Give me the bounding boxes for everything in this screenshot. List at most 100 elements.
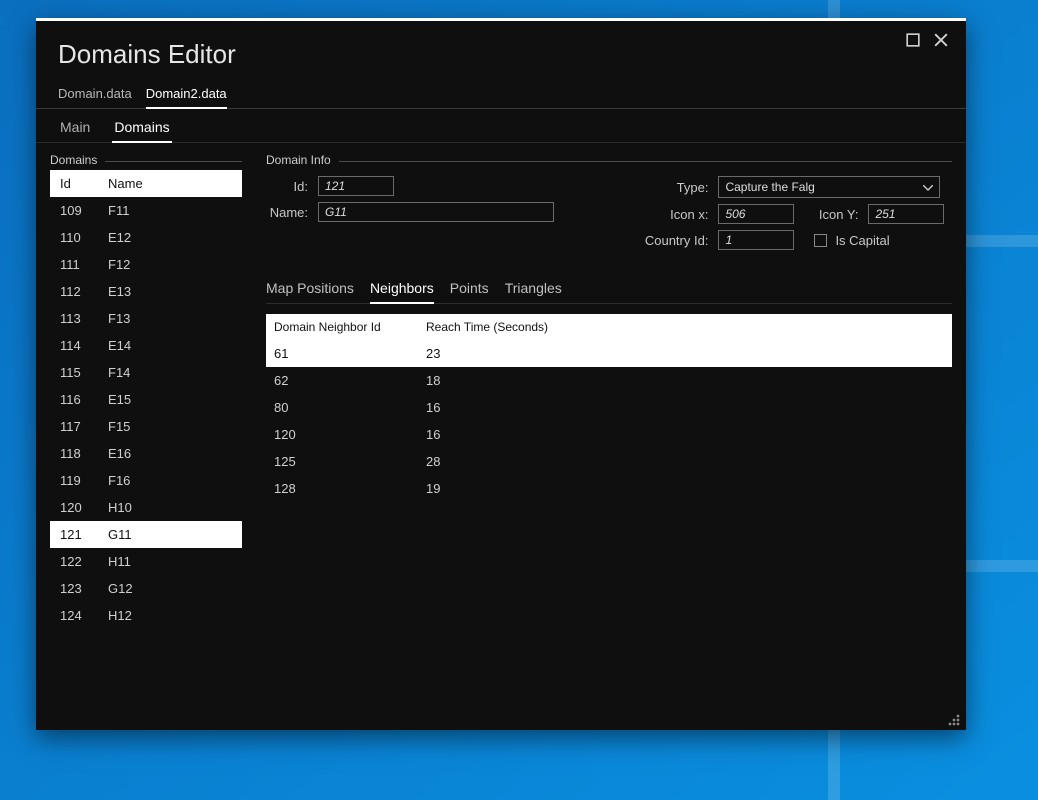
domain-row-id: 116 [60, 392, 108, 407]
domain-row[interactable]: 111F12 [50, 251, 242, 278]
domain-row[interactable]: 119F16 [50, 467, 242, 494]
domain-row-name: F13 [108, 311, 232, 326]
domain-row-id: 119 [60, 473, 108, 488]
domain-row-name: F14 [108, 365, 232, 380]
country-id-field[interactable] [718, 230, 794, 250]
id-field[interactable] [318, 176, 394, 196]
domain-row-name: E14 [108, 338, 232, 353]
domain-row-id: 112 [60, 284, 108, 299]
domain-row-name: F16 [108, 473, 232, 488]
domain-row-name: F11 [108, 203, 232, 218]
type-label: Type: [636, 180, 708, 195]
neighbor-row[interactable]: 12016 [266, 421, 952, 448]
domains-list-header: Id Name [50, 170, 242, 197]
close-button[interactable] [934, 33, 948, 50]
neighbors-table: Domain Neighbor Id Reach Time (Seconds) … [266, 314, 952, 724]
domain-row[interactable]: 117F15 [50, 413, 242, 440]
domain-row-id: 117 [60, 419, 108, 434]
resize-grip-icon[interactable] [948, 714, 960, 726]
domain-row-id: 113 [60, 311, 108, 326]
file-tabs: Domain.data Domain2.data [36, 78, 966, 109]
neighbor-row-time: 23 [426, 346, 944, 361]
icon-x-field[interactable] [718, 204, 794, 224]
sub-tab-triangles[interactable]: Triangles [505, 280, 562, 303]
domain-row-id: 123 [60, 581, 108, 596]
nav-tab-main[interactable]: Main [58, 119, 92, 142]
domain-row-id: 118 [60, 446, 108, 461]
domain-row-name: E16 [108, 446, 232, 461]
domain-row-id: 110 [60, 230, 108, 245]
domain-row[interactable]: 110E12 [50, 224, 242, 251]
domains-list: Id Name 109F11110E12111F12112E13113F1311… [50, 170, 242, 724]
file-tab-domain-data[interactable]: Domain.data [58, 86, 132, 108]
neighbor-row[interactable]: 12528 [266, 448, 952, 475]
type-select-value: Capture the Falg [725, 180, 814, 194]
title-bar: Domains Editor [36, 21, 966, 78]
icon-x-label: Icon x: [636, 207, 708, 222]
domain-row[interactable]: 122H11 [50, 548, 242, 575]
domain-row-id: 115 [60, 365, 108, 380]
maximize-button[interactable] [906, 33, 920, 50]
is-capital-checkbox[interactable] [814, 234, 827, 247]
domain-row-id: 124 [60, 608, 108, 623]
neighbors-header-time: Reach Time (Seconds) [426, 320, 944, 334]
neighbor-row[interactable]: 8016 [266, 394, 952, 421]
icon-y-label: Icon Y: [814, 207, 858, 222]
neighbor-row-id: 120 [274, 427, 426, 442]
domain-row[interactable]: 113F13 [50, 305, 242, 332]
name-label: Name: [266, 205, 308, 220]
name-field[interactable] [318, 202, 554, 222]
neighbor-row[interactable]: 12819 [266, 475, 952, 502]
domain-info-legend: Domain Info [266, 153, 339, 167]
neighbor-row-time: 18 [426, 373, 944, 388]
domain-row-id: 122 [60, 554, 108, 569]
neighbor-row-id: 125 [274, 454, 426, 469]
chevron-down-icon [923, 180, 933, 194]
domains-header-id: Id [60, 176, 108, 191]
domain-row-name: H12 [108, 608, 232, 623]
domain-row-name: F12 [108, 257, 232, 272]
neighbor-row-id: 128 [274, 481, 426, 496]
domain-row[interactable]: 109F11 [50, 197, 242, 224]
window-title: Domains Editor [58, 39, 906, 70]
domain-row[interactable]: 118E16 [50, 440, 242, 467]
domain-row[interactable]: 121G11 [50, 521, 242, 548]
neighbor-row[interactable]: 6218 [266, 367, 952, 394]
id-label: Id: [266, 179, 308, 194]
neighbor-row-time: 16 [426, 427, 944, 442]
domain-row[interactable]: 124H12 [50, 602, 242, 629]
domain-row-id: 120 [60, 500, 108, 515]
domain-row[interactable]: 112E13 [50, 278, 242, 305]
domain-row[interactable]: 116E15 [50, 386, 242, 413]
neighbor-row-time: 19 [426, 481, 944, 496]
sub-tab-neighbors[interactable]: Neighbors [370, 280, 434, 304]
neighbor-row-time: 16 [426, 400, 944, 415]
neighbor-row-id: 62 [274, 373, 426, 388]
domain-row[interactable]: 115F14 [50, 359, 242, 386]
neighbors-header-row: Domain Neighbor Id Reach Time (Seconds) [266, 314, 952, 340]
detail-sub-tabs: Map Positions Neighbors Points Triangles [266, 280, 952, 304]
domains-group-legend: Domains [50, 153, 105, 167]
domain-row-name: H10 [108, 500, 232, 515]
domain-row[interactable]: 123G12 [50, 575, 242, 602]
nav-tab-domains[interactable]: Domains [112, 119, 171, 143]
domain-row-name: G11 [108, 527, 232, 542]
domain-row[interactable]: 120H10 [50, 494, 242, 521]
domain-row-id: 114 [60, 338, 108, 353]
type-select[interactable]: Capture the Falg [718, 176, 940, 198]
domain-row-id: 109 [60, 203, 108, 218]
nav-tabs: Main Domains [36, 109, 966, 143]
domain-row[interactable]: 114E14 [50, 332, 242, 359]
file-tab-domain2-data[interactable]: Domain2.data [146, 86, 227, 109]
icon-y-field[interactable] [868, 204, 944, 224]
domain-row-name: E12 [108, 230, 232, 245]
neighbor-row-id: 61 [274, 346, 426, 361]
sub-tab-points[interactable]: Points [450, 280, 489, 303]
domain-row-name: G12 [108, 581, 232, 596]
domain-row-name: E15 [108, 392, 232, 407]
main-window: Domains Editor Domain.data Domain2.data M… [36, 18, 966, 730]
neighbor-row[interactable]: 6123 [266, 340, 952, 367]
sub-tab-map-positions[interactable]: Map Positions [266, 280, 354, 303]
country-id-label: Country Id: [636, 233, 708, 248]
domain-row-id: 111 [60, 257, 108, 272]
